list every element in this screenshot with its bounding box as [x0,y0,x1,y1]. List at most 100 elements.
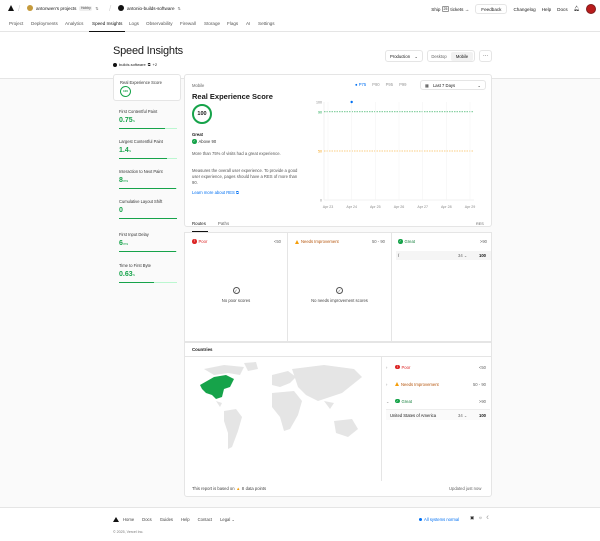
footnote-suffix: data points [245,486,267,491]
tab-analytics[interactable]: Analytics [65,21,83,26]
more-options-button[interactable]: ··· [479,50,492,62]
world-map-svg [200,362,362,449]
tab-speed-insights[interactable]: Speed Insights [92,21,122,26]
tab-deployments[interactable]: Deployments [31,21,58,26]
domain-selector[interactable]: builds.software ⧉ +2 [113,62,157,67]
vercel-logo-icon[interactable] [8,5,14,11]
chart-x-tick-label: Apr 23 [323,205,334,209]
device-toggle: Desktop Mobile [427,50,475,62]
metric-card-res[interactable]: Real Experience Score 100 [113,74,181,101]
tab-paths[interactable]: Paths [218,221,229,226]
tab-observability[interactable]: Observability [146,21,173,26]
country-bucket-needs-improvement[interactable]: › Needs Improvement 50 - 90 [386,378,490,390]
tab-project[interactable]: Project [9,21,23,26]
percentile-p90[interactable]: P90 [372,82,379,87]
metric-progress-fill [119,282,154,283]
footer-links: Home Docs Guides Help Contact Legal ⌄ [123,517,235,522]
page-title: Speed Insights [113,45,183,57]
environment-select[interactable]: Production ⌄ [385,50,423,62]
tab-flags[interactable]: Flags [227,21,238,26]
footer-home-link[interactable]: Home [123,517,134,522]
route-score: 100 [479,253,486,258]
metric-value: 0 [119,207,123,214]
feedback-button[interactable]: Feedback [475,4,508,14]
empty-state: ✓ No needs improvement scores [288,287,391,303]
bucket-range: 50 - 90 [472,381,486,387]
tab-storage[interactable]: Storage [204,21,220,26]
metric-value: 8ms [119,177,129,184]
empty-text: No poor scores [221,298,251,303]
alert-circle-icon: ! [192,239,197,244]
system-status-link[interactable]: All systems normal [419,517,459,522]
theme-switcher: ▣ ☼ ☾ [470,515,490,521]
tab-logs[interactable]: Logs [129,21,139,26]
project-avatar [118,5,124,11]
tab-ai[interactable]: AI [246,21,250,26]
route-count: 34 ⌄ [458,253,468,258]
country-row[interactable]: United States of America 34 ⌄ 100 [386,409,490,420]
threshold-row: ✓ Above 90 [192,139,216,144]
footer-contact-link[interactable]: Contact [198,517,212,522]
user-avatar[interactable] [586,4,596,14]
footer-guides-link[interactable]: Guides [160,517,173,522]
tab-routes[interactable]: Routes [192,221,206,226]
metric-card-fcp[interactable]: First Contentful Paint 0.75s [113,108,181,132]
bucket-range: <50 [273,239,281,244]
top-navigation-bar: / antonwen's projects Hobby ⇅ / antonio-… [0,0,600,18]
percentile-p99[interactable]: P99 [399,82,406,87]
country-count: 34 ⌄ [458,412,468,418]
external-link-icon: ⧉ [147,62,151,67]
bucket-needs-improvement: Needs Improvement 50 - 90 ✓ No needs imp… [287,233,391,343]
bucket-range: 50 - 90 [371,239,385,244]
country-bucket-great[interactable]: ⌄ ✓ Great >90 [386,395,490,407]
metric-card-fid[interactable]: First Input Delay 6ms [113,231,181,255]
moon-icon[interactable]: ☾ [486,515,490,521]
team-avatar [27,5,33,11]
chart-x-tick-label: Apr 28 [441,205,452,209]
ship-tickets-link[interactable]: Ship 25 tickets → [431,6,469,12]
metric-card-ttfb[interactable]: Time to First Byte 0.63s [113,262,181,286]
footer-docs-link[interactable]: Docs [142,517,152,522]
device-desktop-option[interactable]: Desktop [428,54,450,59]
changelog-link[interactable]: Changelog [513,7,535,12]
help-link[interactable]: Help [542,7,551,12]
project-switcher[interactable]: antonio-builds-software ⇅ [118,5,181,11]
team-switcher[interactable]: antonwen's projects Hobby ⇅ [27,5,99,11]
bell-icon[interactable]: 🔔︎ [574,6,580,12]
metric-card-cls[interactable]: Cumulative Layout Shift 0 [113,198,181,222]
percentile-p75[interactable]: ● P75 [355,82,366,87]
vercel-logo-icon[interactable] [113,517,119,522]
footer-legal-link[interactable]: Legal ⌄ [220,517,235,522]
metric-name: First Contentful Paint [119,109,158,114]
percentile-p95[interactable]: P95 [386,82,393,87]
footer-help-link[interactable]: Help [181,517,190,522]
monitor-icon[interactable]: ▣ [470,515,474,521]
bucket-label: Needs Improvement [301,239,339,244]
date-range-select[interactable]: ▦ Last 7 Days ⌄ [420,80,486,90]
route-path: / [398,253,400,258]
team-name: antonwen's projects [36,5,77,11]
chart-x-tick-label: Apr 26 [394,205,405,209]
country-bucket-poor[interactable]: › ! Poor <50 [386,361,490,373]
metric-card-inp[interactable]: Interaction to Next Paint 8ms [113,168,181,192]
bucket-label: Great [404,239,415,244]
metric-card-lcp[interactable]: Largest Contentful Paint 1.4s [113,138,181,162]
docs-link[interactable]: Docs [557,7,567,12]
chart-y-tick-label: 50 [318,150,322,154]
metric-progress-bar [119,158,177,159]
tab-firewall[interactable]: Firewall [180,21,196,26]
metric-value: 0.75s [119,117,135,124]
device-mobile-option[interactable]: Mobile [451,51,473,61]
chart-x-tick-label: Apr 24 [346,205,357,209]
tab-settings[interactable]: Settings [258,21,275,26]
learn-more-link[interactable]: Learn more about RES ⧉ [192,190,239,195]
chevron-down-icon: ⌄ [477,82,481,88]
check-circle-icon: ✓ [395,398,400,404]
greenland-shape [244,362,258,371]
metric-name: Interaction to Next Paint [119,169,163,174]
updated-timestamp: Updated just now [449,486,482,491]
tickets-label: tickets → [450,6,470,12]
sun-icon[interactable]: ☼ [478,515,482,521]
breadcrumb-separator: / [109,4,112,13]
route-row[interactable]: / 34 ⌄ 100 [396,251,491,260]
